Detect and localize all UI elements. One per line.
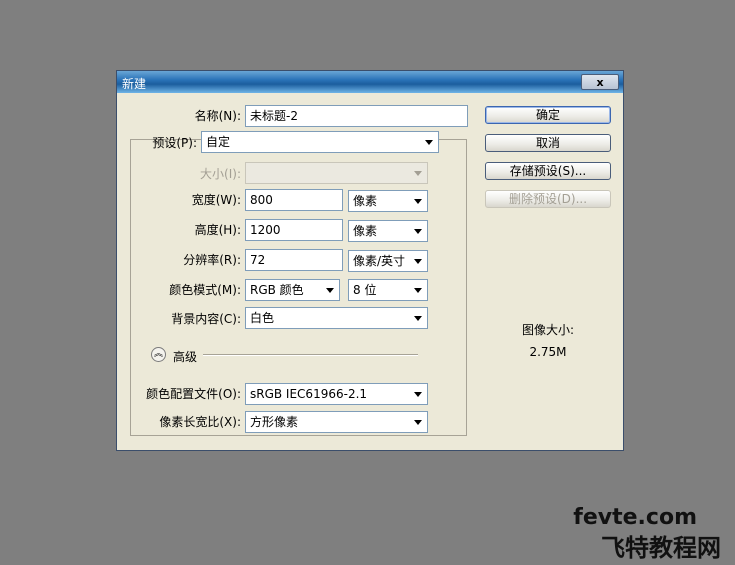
- delete-preset-button: 删除预设(D)...: [485, 190, 611, 208]
- height-input[interactable]: 1200: [245, 219, 343, 241]
- pixel-aspect-select[interactable]: 方形像素: [245, 411, 428, 433]
- advanced-label: 高级: [173, 350, 198, 364]
- watermark-domain: fevte.com: [573, 505, 697, 530]
- bit-depth-value: 8 位: [353, 283, 377, 297]
- name-input[interactable]: 未标题-2: [245, 105, 468, 127]
- resolution-unit-value: 像素/英寸: [353, 254, 406, 268]
- ok-button[interactable]: 确定: [485, 106, 611, 124]
- cancel-button[interactable]: 取消: [485, 134, 611, 152]
- size-select: [245, 162, 428, 184]
- color-profile-label: 颜色配置文件(O):: [146, 387, 241, 401]
- color-mode-select[interactable]: RGB 颜色: [245, 279, 340, 301]
- chevron-down-icon: [425, 140, 433, 145]
- color-profile-select[interactable]: sRGB IEC61966-2.1: [245, 383, 428, 405]
- bit-depth-select[interactable]: 8 位: [348, 279, 428, 301]
- height-unit-select[interactable]: 像素: [348, 220, 428, 242]
- resolution-label: 分辨率(R):: [183, 253, 241, 267]
- chevron-down-icon: [414, 288, 422, 293]
- preset-value: 自定: [206, 135, 231, 149]
- close-button[interactable]: x: [581, 74, 619, 90]
- size-label: 大小(I):: [200, 167, 241, 181]
- height-unit-value: 像素: [353, 224, 378, 238]
- background-label: 背景内容(C):: [171, 312, 241, 326]
- color-mode-value: RGB 颜色: [250, 283, 304, 297]
- height-label: 高度(H):: [194, 223, 241, 237]
- image-size-label: 图像大小:: [521, 323, 575, 337]
- color-profile-value: sRGB IEC61966-2.1: [250, 387, 368, 401]
- double-chevron-up-icon: ︽: [153, 349, 163, 359]
- chevron-down-icon: [414, 392, 422, 397]
- chevron-down-icon: [326, 288, 334, 293]
- chevron-down-icon: [414, 199, 422, 204]
- resolution-input[interactable]: 72: [245, 249, 343, 271]
- chevron-down-icon: [414, 171, 422, 176]
- name-label: 名称(N):: [194, 109, 241, 123]
- dialog-title: 新建: [122, 77, 147, 91]
- chevron-down-icon: [414, 316, 422, 321]
- width-unit-value: 像素: [353, 194, 378, 208]
- width-unit-select[interactable]: 像素: [348, 190, 428, 212]
- width-input[interactable]: 800: [245, 189, 343, 211]
- advanced-divider: [203, 354, 418, 356]
- width-label: 宽度(W):: [191, 193, 241, 207]
- save-preset-button[interactable]: 存储预设(S)...: [485, 162, 611, 180]
- preset-label: 预设(P):: [152, 136, 197, 150]
- chevron-down-icon: [414, 259, 422, 264]
- chevron-down-icon: [414, 420, 422, 425]
- color-mode-label: 颜色模式(M):: [169, 283, 241, 297]
- resolution-unit-select[interactable]: 像素/英寸: [348, 250, 428, 272]
- background-value: 白色: [250, 311, 275, 325]
- watermark-site-name: 飞特教程网: [601, 534, 721, 562]
- new-document-dialog: 新建 x 名称(N): 未标题-2 预设(P): 自定 大小(I): 宽度(W)…: [116, 70, 624, 451]
- background-select[interactable]: 白色: [245, 307, 428, 329]
- pixel-aspect-value: 方形像素: [250, 415, 299, 429]
- close-icon: x: [596, 75, 604, 89]
- chevron-down-icon: [414, 229, 422, 234]
- expand-advanced-button[interactable]: ︽: [151, 347, 166, 362]
- preset-select[interactable]: 自定: [201, 131, 439, 153]
- pixel-aspect-label: 像素长宽比(X):: [159, 415, 241, 429]
- image-size-value: 2.75M: [529, 345, 567, 359]
- title-bar[interactable]: 新建 x: [117, 71, 623, 93]
